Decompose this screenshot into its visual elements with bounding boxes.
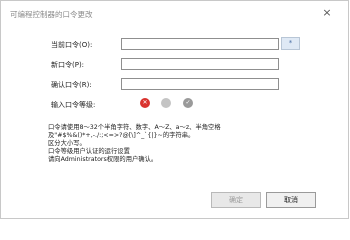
description-line-1: 口令请使用8～32个半角字符、数字、A～Z、a～z、半角空格 xyxy=(48,124,221,131)
cancel-button[interactable]: 取消 xyxy=(266,192,316,208)
description-line-3: 区分大小写。 xyxy=(48,140,86,147)
title-bar: 可编程控制器的口令更改 × xyxy=(1,1,348,25)
password-level-label: 输入口令等级: xyxy=(51,101,96,109)
dialog-title: 可编程控制器的口令更改 xyxy=(10,10,93,19)
close-icon[interactable]: × xyxy=(319,5,335,21)
password-change-dialog: 可编程控制器的口令更改 × 当前口令(O): * 新口令(P): 确认口令(R)… xyxy=(0,0,349,219)
current-password-label: 当前口令(O): xyxy=(51,41,93,49)
neutral-icon xyxy=(161,98,171,108)
description-line-5: 请向Administrators权限的用户确认。 xyxy=(48,156,158,163)
current-password-input[interactable] xyxy=(121,38,279,50)
new-password-input[interactable] xyxy=(121,58,279,70)
description-line-2: 及"#$%&()*+,-./:;<=>?@[\]^_`{|}~的字符串。 xyxy=(48,132,195,139)
confirm-password-label: 确认口令(R): xyxy=(51,81,92,89)
description-line-4: 口令等级用户认证的运行设置 xyxy=(48,148,130,155)
check-icon: ✓ xyxy=(183,98,193,108)
error-icon: ✕ xyxy=(140,98,150,108)
reveal-password-button[interactable]: * xyxy=(281,37,300,50)
ok-button[interactable]: 确定 xyxy=(211,192,261,208)
new-password-label: 新口令(P): xyxy=(51,61,85,69)
confirm-password-input[interactable] xyxy=(121,78,279,90)
